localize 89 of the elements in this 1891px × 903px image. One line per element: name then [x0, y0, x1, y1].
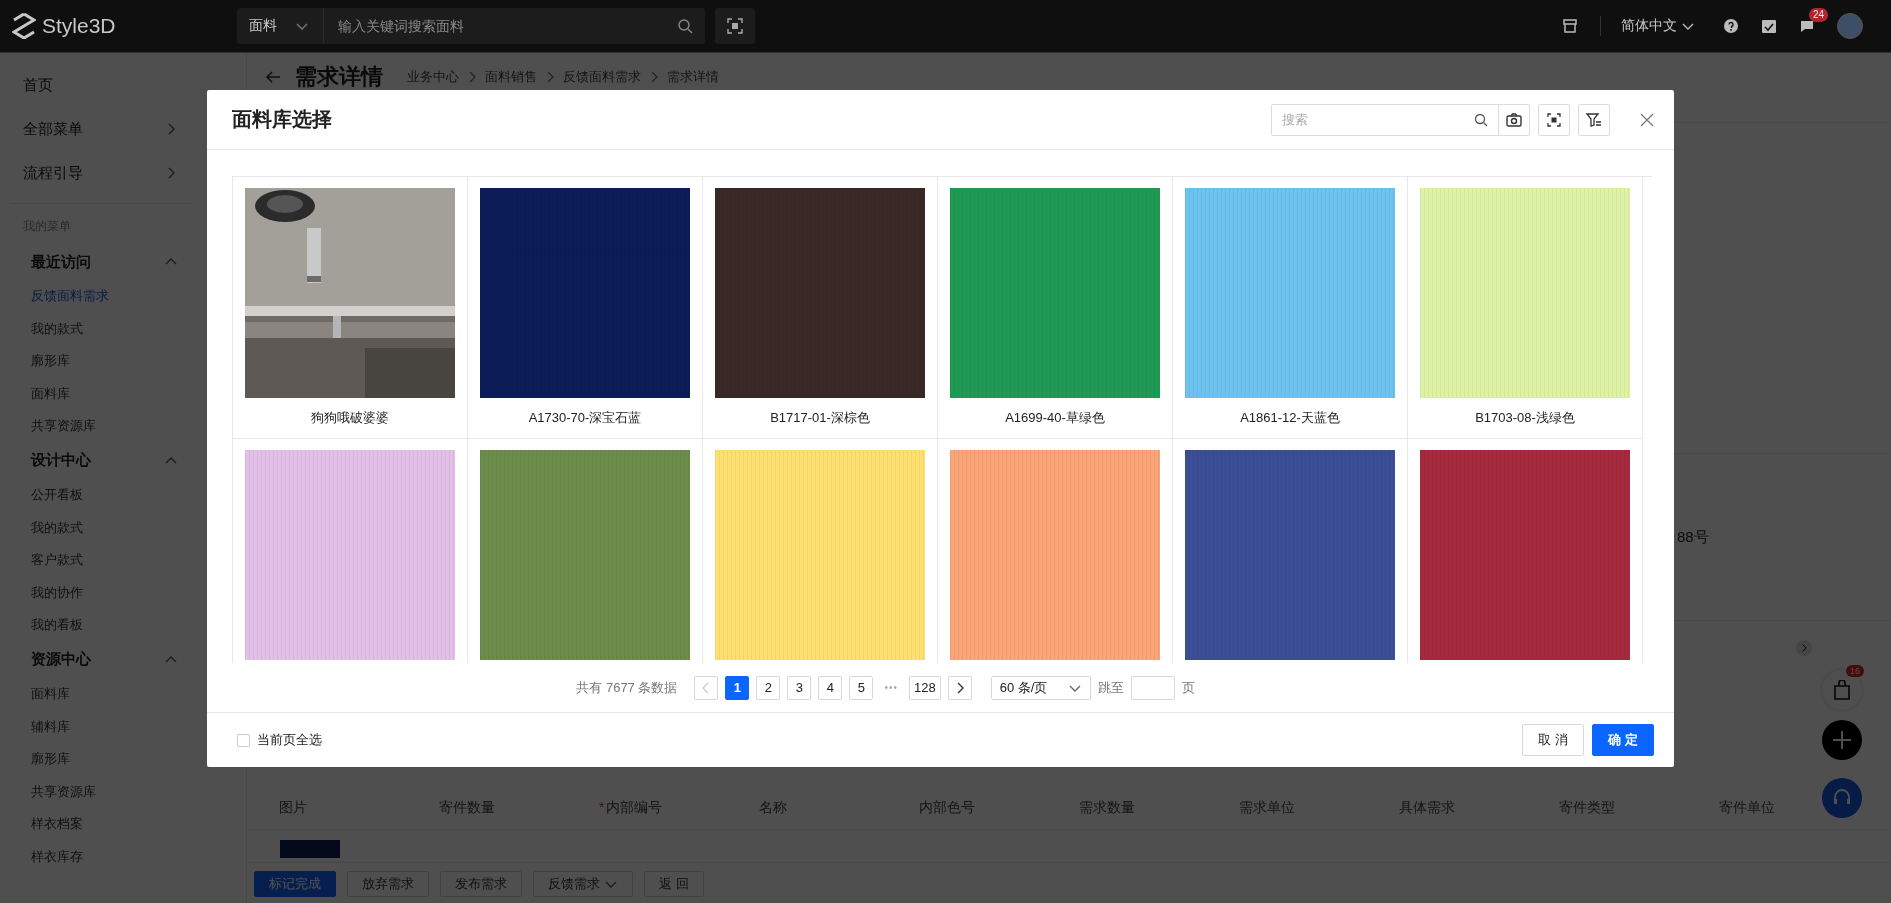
menu-item[interactable]: 公开看板: [0, 478, 202, 512]
shopping-bag-icon: [1833, 680, 1851, 700]
menu-item[interactable]: 面料库: [0, 377, 202, 411]
address-text: 88号: [1677, 527, 1709, 547]
plus-icon: [1832, 730, 1852, 750]
menu-group[interactable]: 资源中心: [0, 641, 202, 678]
menu-item[interactable]: 样衣库存: [0, 840, 202, 874]
category-select[interactable]: 面料: [237, 8, 324, 44]
menu-item[interactable]: 廓形库: [0, 743, 202, 776]
close-icon: [1640, 112, 1654, 127]
search-field[interactable]: 搜索: [1271, 103, 1500, 136]
pagination-ellipsis: •••: [884, 682, 898, 693]
action-button[interactable]: 返 回: [644, 871, 704, 897]
fabric-card[interactable]: A1730-70-深宝石蓝: [468, 177, 703, 439]
cancel-button[interactable]: 取 消: [1522, 724, 1584, 756]
fabric-name: A1699-40-草绿色: [1005, 409, 1105, 427]
page-title: 需求详情: [295, 62, 383, 91]
page-button[interactable]: 128: [909, 675, 941, 700]
menu-item[interactable]: 我的看板: [0, 609, 202, 642]
page-jump-field[interactable]: [1130, 675, 1175, 700]
fabric-card[interactable]: B1703-08-浅绿色: [1408, 177, 1643, 439]
logo-text: Style3D: [42, 14, 116, 38]
avatar[interactable]: [1837, 13, 1863, 39]
store-icon[interactable]: [1562, 18, 1578, 34]
menu-item[interactable]: 样衣档案: [0, 808, 202, 841]
menu-item[interactable]: 全部菜单: [0, 107, 202, 151]
camera-search-button[interactable]: [1498, 103, 1530, 136]
page-button[interactable]: 1: [725, 675, 750, 700]
scan-icon: [1546, 111, 1562, 128]
column-header: 寄件类型: [1559, 799, 1615, 815]
menu-item[interactable]: 廓形库: [0, 345, 202, 378]
menu-item[interactable]: 面料库: [0, 677, 202, 711]
total-count: 共有 7677 条数据: [576, 678, 678, 697]
scan-button[interactable]: [715, 8, 755, 44]
menu-item[interactable]: 反馈面料需求: [0, 280, 202, 313]
fabric-card[interactable]: A1699-40-草绿色: [938, 177, 1173, 439]
page-button[interactable]: 5: [849, 675, 874, 700]
scan-button[interactable]: [1538, 103, 1570, 136]
fabric-name: B1717-01-深棕色: [770, 409, 870, 427]
menu-group[interactable]: 设计中心: [0, 442, 202, 479]
task-icon[interactable]: [1761, 18, 1777, 34]
search-field[interactable]: 面料 输入关键词搜索面料: [237, 8, 705, 44]
language-select[interactable]: 简体中文: [1600, 16, 1701, 36]
page-button[interactable]: 2: [756, 675, 781, 700]
fabric-card[interactable]: 狗狗哦破婆婆: [233, 177, 468, 439]
next-page-button[interactable]: [947, 675, 972, 700]
menu-item[interactable]: 我的款式: [0, 312, 202, 346]
camera-icon: [1506, 111, 1522, 128]
fabric-name: A1730-70-深宝石蓝: [528, 409, 642, 427]
menu-item[interactable]: 共享资源库: [0, 775, 202, 809]
menu-item[interactable]: 共享资源库: [0, 410, 202, 443]
filter-button[interactable]: [1578, 103, 1610, 136]
menu-item[interactable]: 客户款式: [0, 544, 202, 577]
fabric-name: B1703-08-浅绿色: [1475, 409, 1575, 427]
page-button[interactable]: 4: [818, 675, 843, 700]
confirm-button[interactable]: 确 定: [1592, 724, 1654, 756]
fabric-thumbnail: [280, 840, 340, 858]
page-button[interactable]: 3: [787, 675, 812, 700]
filter-icon: [1586, 111, 1602, 128]
menu-item[interactable]: 我的款式: [0, 511, 202, 545]
select-all-checkbox[interactable]: 当前页全选: [237, 731, 322, 749]
help-icon[interactable]: [1723, 18, 1739, 34]
fabric-card[interactable]: B1717-01-深棕色: [703, 177, 938, 439]
cart-badge: 16: [1846, 665, 1864, 677]
back-arrow-icon[interactable]: [265, 69, 281, 84]
logo-icon: [12, 13, 36, 39]
notification-badge: 24: [1809, 8, 1829, 22]
search-icon[interactable]: [677, 18, 693, 34]
menu-group[interactable]: 最近访问: [0, 244, 202, 280]
jump-label: 跳至: [1097, 678, 1124, 697]
menu-item[interactable]: 首页: [0, 63, 202, 107]
column-header: 需求数量: [1079, 799, 1135, 815]
close-button[interactable]: [1640, 112, 1654, 127]
page-size-select[interactable]: 60 条/页: [990, 675, 1091, 700]
column-header: 内部色号: [919, 799, 975, 815]
column-header: *内部编号: [599, 799, 663, 815]
action-button[interactable]: 标记完成: [254, 871, 336, 897]
chat-icon[interactable]: [1799, 18, 1815, 34]
dialog-title: 面料库选择: [232, 107, 332, 132]
column-header: 寄件数量: [439, 799, 495, 815]
menu-item[interactable]: 流程引导: [0, 151, 202, 195]
fabric-name: 狗狗哦破婆婆: [311, 409, 389, 427]
page-suffix: 页: [1181, 678, 1195, 697]
fabric-name: A1861-12-天蓝色: [1240, 409, 1340, 427]
menu-item[interactable]: 我的协作: [0, 576, 202, 610]
scan-icon: [727, 18, 743, 34]
column-header: 名称: [759, 799, 787, 815]
fabric-card[interactable]: A1861-12-天蓝色: [1173, 177, 1408, 439]
chevron-icon: [1799, 643, 1809, 653]
